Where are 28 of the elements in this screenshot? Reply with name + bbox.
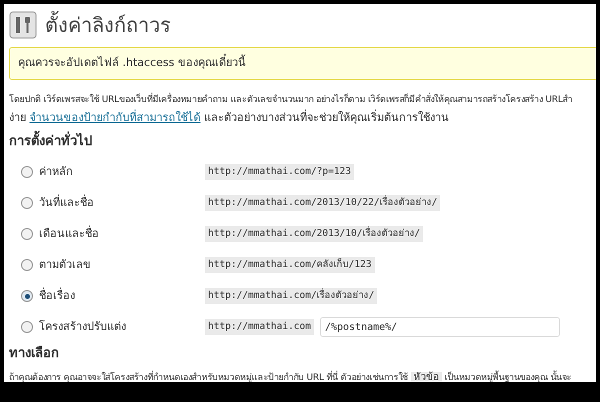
radio-button[interactable] [21, 197, 33, 209]
tools-icon [9, 11, 37, 39]
radio-button[interactable] [21, 290, 33, 302]
option-label: โครงสร้างปรับแต่ง [39, 318, 127, 335]
intro-text: ง่าย จำนวนของป้ายกำกับที่สามารถใช้ได้ และตัวอย่างบางส่วนที่จะช่วยให้คุณเริ่มต้นการใช้งาน [9, 108, 450, 126]
section-heading: การตั้งค่าทั่วไป [9, 132, 596, 151]
example-url: http://mmathai.com/เรื่องตัวอย่าง/ [205, 288, 378, 304]
tags-link[interactable]: จำนวนของป้ายกำกับที่สามารถใช้ได้ [30, 110, 200, 124]
option-label: ค่าหลัก [39, 164, 74, 180]
example-url: http://mmathai.com/?p=123 [205, 164, 354, 180]
example-url: http://mmathai.com/คลังเก็บ/123 [205, 256, 375, 274]
update-notice: คุณควรจะอัปเดตไฟล์ .htaccess ของคุณเดี๋ยวนี้ [9, 47, 596, 80]
example-url: http://mmathai.com [205, 318, 314, 336]
structure-field[interactable]: /%postname%/ [320, 317, 560, 337]
option-label: วันที่และชื่อ [39, 194, 95, 211]
option-label: ตามตัวเลข [39, 256, 92, 273]
optional-text: ถ้าคุณต้องการ คุณอาจจะใส่โครงสร้างที่กำหนดเองสำหรับหมวดหมู่และป้ายกำกับ URL ที่นี่ ตัวอย่างเช่นการใช้ หัวข้อ เป็นหมวดหมู่พื้นฐานของคุณ นั้นจะ [9, 370, 573, 382]
example-url: http://mmathai.com/2013/10/เรื่องตัวอย่าง/ [205, 226, 424, 242]
section-heading: ทางเลือก [9, 344, 60, 363]
option-label: ชื่อเรื่อง [39, 288, 76, 304]
page-title: ตั้งค่าลิงก์ถาวร [45, 10, 171, 40]
radio-button[interactable] [21, 321, 33, 333]
radio-button[interactable] [21, 166, 33, 178]
example-url: http://mmathai.com/2013/10/22/เรื่องตัวอย่าง/ [205, 194, 440, 212]
radio-button[interactable] [21, 259, 33, 271]
option-label: เดือนและชื่อ [39, 226, 100, 242]
radio-button[interactable] [21, 228, 33, 240]
intro-text: โดยปกติ เวิร์ดเพรสจะใช้ URLของเว็บที่มีเครื่องหมายคำถาม และตัวเลขจำนวนมาก อย่างไรก็ตาม เวิร์ดเพรสก็มีคำสั่งให้คุณสามารถสร้างโครงสร้าง URLสำ [9, 92, 574, 106]
